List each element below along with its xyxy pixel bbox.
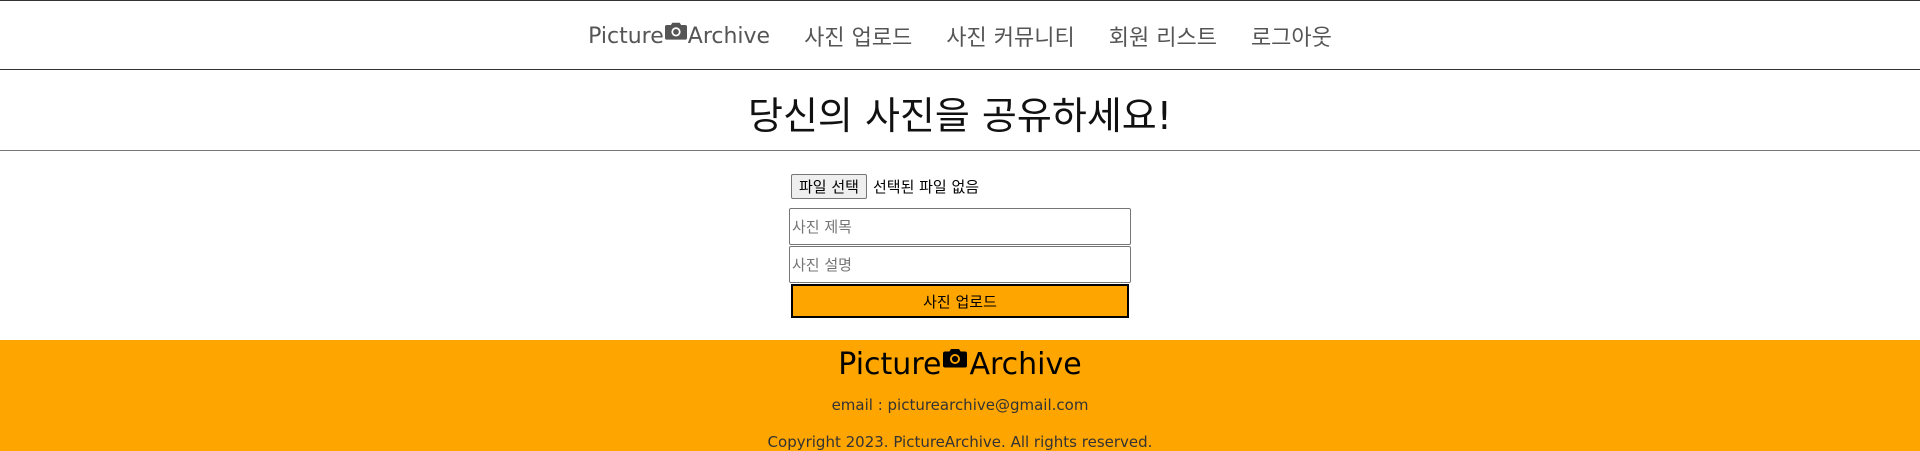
footer-brand-text-right: Archive (969, 346, 1082, 382)
brand-text-left: Picture (588, 23, 664, 49)
brand-text-right: Archive (687, 23, 771, 49)
brand-logo-link[interactable]: Picture Archive (588, 22, 770, 49)
photo-title-input[interactable] (789, 208, 1131, 245)
photo-description-input[interactable] (789, 246, 1131, 283)
footer-brand: Picture Archive (0, 344, 1920, 384)
footer: Picture Archive email : picturearchive@g… (0, 340, 1920, 451)
file-status-text: 선택된 파일 없음 (872, 177, 980, 196)
nav-logout[interactable]: 로그아웃 (1251, 18, 1332, 52)
page-title: 당신의 사진을 공유하세요! (748, 93, 1172, 138)
nav-member-list[interactable]: 회원 리스트 (1109, 18, 1217, 52)
nav-photo-upload[interactable]: 사진 업로드 (804, 18, 912, 52)
upload-form: 파일 선택 선택된 파일 없음 사진 업로드 (789, 173, 1131, 318)
upload-submit-button[interactable]: 사진 업로드 (791, 284, 1129, 318)
camera-icon (664, 21, 687, 40)
file-picker: 파일 선택 선택된 파일 없음 (789, 173, 1131, 199)
footer-email: email : picturearchive@gmail.com (831, 396, 1089, 414)
nav-photo-community[interactable]: 사진 커뮤니티 (946, 18, 1074, 52)
choose-file-button[interactable]: 파일 선택 (791, 173, 867, 199)
hero-banner: 당신의 사진을 공유하세요! (0, 70, 1920, 151)
footer-copyright: Copyright 2023. PictureArchive. All righ… (767, 433, 1153, 451)
top-nav: Picture Archive 사진 업로드 사진 커뮤니티 회원 리스트 로그… (0, 0, 1920, 70)
footer-brand-text-left: Picture (838, 346, 942, 382)
camera-icon (943, 347, 968, 368)
